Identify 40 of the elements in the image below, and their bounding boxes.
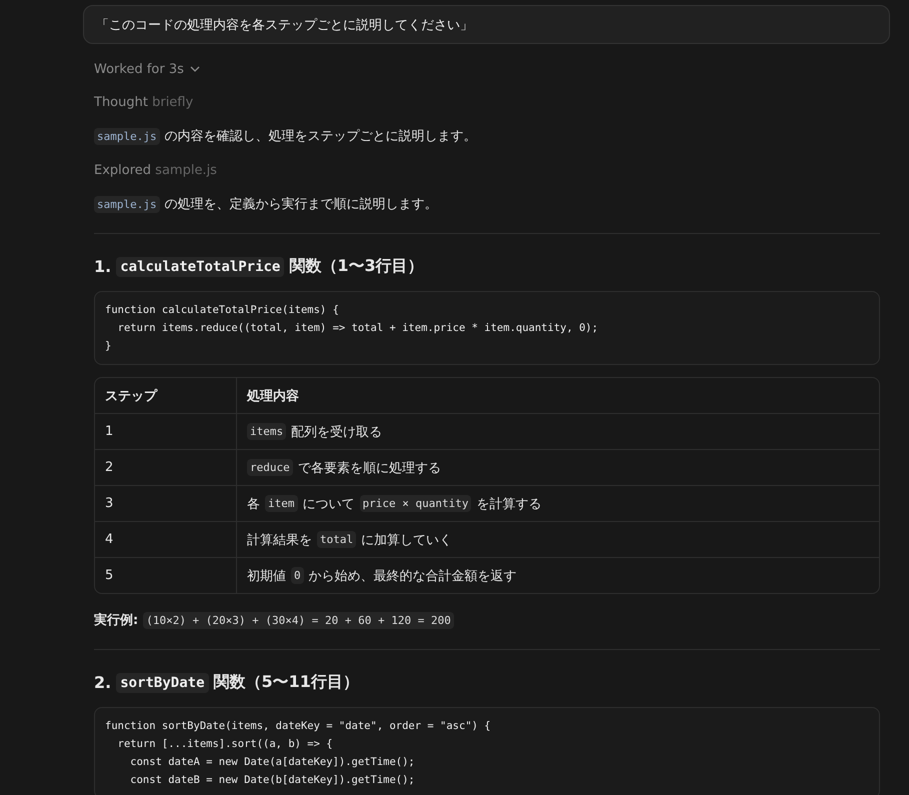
prompt-text: 「このコードの処理内容を各ステップごとに説明してください」 xyxy=(96,16,473,34)
inline-code: items xyxy=(247,423,286,440)
column-header: 処理内容 xyxy=(247,388,299,404)
inline-code: total xyxy=(317,531,356,548)
text: に加算していく xyxy=(361,532,452,548)
table-cell: 1 xyxy=(105,424,114,439)
column-header: ステップ xyxy=(105,388,157,404)
inline-code: price × quantity xyxy=(360,495,472,512)
worked-toggle[interactable]: Worked for 3s xyxy=(94,62,200,77)
text: 計算結果を xyxy=(247,532,312,548)
table-cell: 4 xyxy=(105,532,114,547)
bold-label: 実行例: xyxy=(94,612,138,629)
activity-line: Thought briefly xyxy=(94,95,194,110)
text: で各要素を順に処理する xyxy=(298,460,441,476)
text: の内容を確認し、処理をステップごとに説明します。 xyxy=(164,128,477,145)
inline-code: reduce xyxy=(247,459,293,476)
text: の処理を、定義から実行まで順に説明します。 xyxy=(164,196,438,213)
text: 1. xyxy=(94,257,112,276)
text: 関数（5〜11行目） xyxy=(214,672,359,693)
inline-code: calculateTotalPrice xyxy=(116,256,284,276)
table-cell: 2 xyxy=(105,460,114,475)
text: から始め、最終的な合計金額を返す xyxy=(308,568,517,584)
inline-code: (10×2) + (20×3) + (30×4) = 20 + 60 + 120 = 200 xyxy=(143,612,454,628)
table-cell: 5 xyxy=(105,568,114,583)
inline-code: sortByDate xyxy=(116,672,209,692)
inline-code: item xyxy=(265,495,298,512)
text: 2. xyxy=(94,673,112,692)
text: 初期値 xyxy=(247,568,286,584)
code-block: function calculateTotalPrice(items) { return items.reduce((total, item) => total + item.price * item.quantity, 0); } xyxy=(94,291,880,365)
inline-code: sample.js xyxy=(94,128,160,144)
activity-line: Explored sample.js xyxy=(94,163,218,178)
text: 関数（1〜3行目） xyxy=(289,256,424,277)
inline-code: 0 xyxy=(291,567,304,584)
text: 各 xyxy=(247,496,260,512)
code-block: function sortByDate(items, dateKey = "date", order = "asc") { return [...items].sort((a, b) => { const dateA = new Date(a[dateKey]).getTime(); const dateB = new Date(b[dateKey]).getTime(); xyxy=(94,707,880,795)
inline-code: sample.js xyxy=(94,196,160,212)
text: 配列を受け取る xyxy=(291,424,382,440)
text: について xyxy=(302,496,354,512)
table-cell: 3 xyxy=(105,496,114,511)
text: を計算する xyxy=(476,496,542,512)
